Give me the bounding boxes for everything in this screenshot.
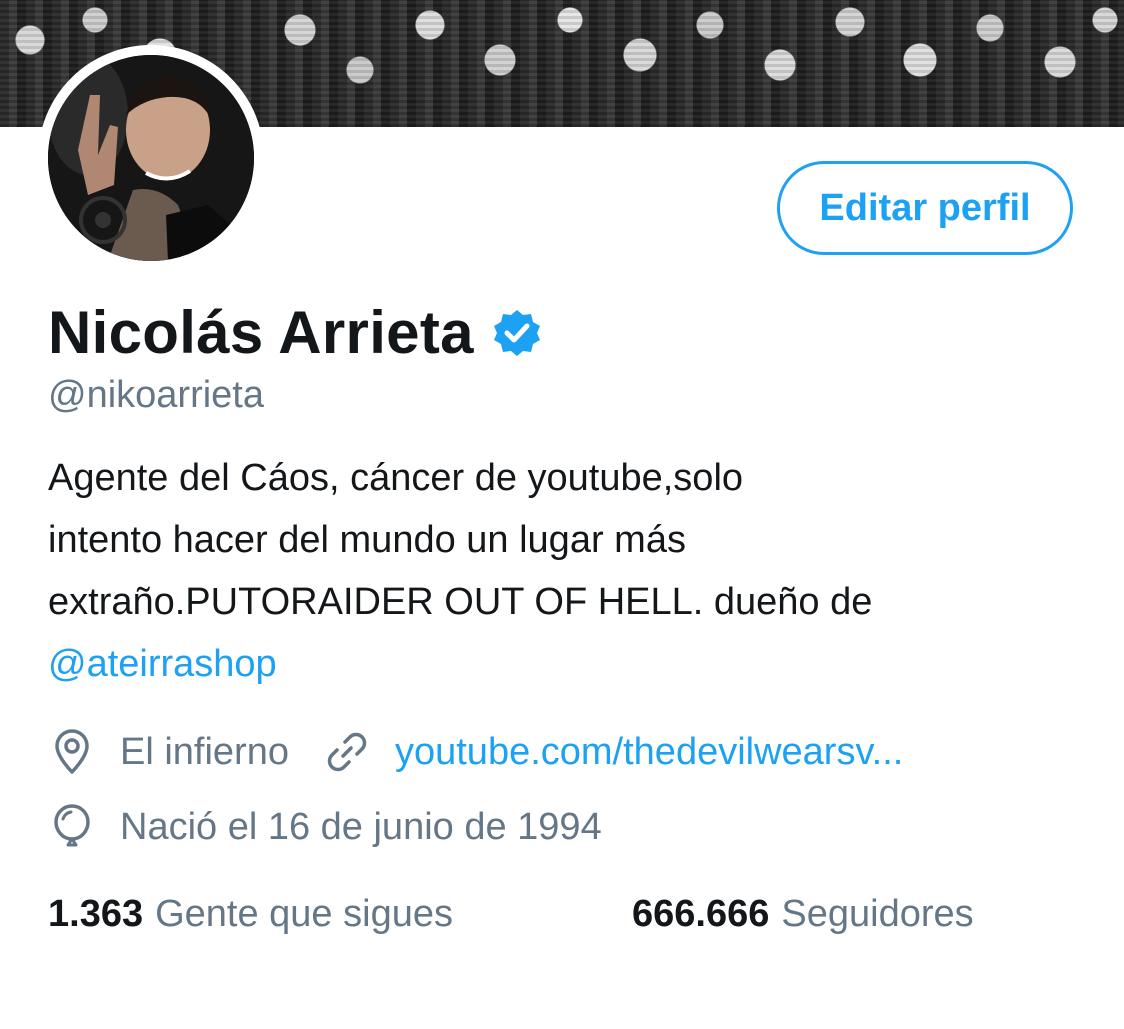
profile-tabs-partial — [0, 1014, 1124, 1029]
followers-count: 666.666 — [632, 893, 770, 935]
followers-label: Seguidores — [781, 893, 974, 935]
bio-line: Agente del Cáos, cáncer de youtube,solo — [48, 457, 744, 499]
following-stat[interactable]: 1.363 Gente que sigues — [48, 893, 453, 936]
link-icon — [327, 732, 367, 772]
followers-stat[interactable]: 666.666 Seguidores — [632, 893, 974, 936]
profile-handle: @nikoarrieta — [48, 374, 264, 416]
profile-birthday: Nació el 16 de junio de 1994 — [120, 805, 602, 848]
profile-name: Nicolás Arrieta — [48, 299, 474, 366]
tab-partial[interactable] — [800, 1017, 1040, 1029]
profile-name-row: Nicolás Arrieta — [48, 298, 542, 367]
profile-meta-row: Nació el 16 de junio de 1994 — [48, 803, 602, 851]
bio-line: intento hacer del mundo un lugar más — [48, 519, 686, 561]
following-label: Gente que sigues — [155, 893, 453, 935]
profile-location: El infierno — [120, 730, 289, 773]
following-count: 1.363 — [48, 893, 144, 935]
avatar-image — [48, 55, 254, 261]
verified-badge-icon — [493, 309, 540, 356]
location-pin-icon — [55, 729, 89, 774]
tab-partial[interactable] — [48, 1017, 198, 1029]
edit-profile-button[interactable]: Editar perfil — [777, 161, 1073, 255]
bio-line: extraño.PUTORAIDER OUT OF HELL. dueño de — [48, 581, 873, 623]
profile-meta-row: El infierno youtube.com/thedevilwearsv..… — [48, 728, 903, 776]
profile-bio: Agente del Cáos, cáncer de youtube,solo … — [48, 447, 1088, 695]
avatar[interactable] — [48, 55, 254, 261]
bio-mention-link[interactable]: @ateirrashop — [48, 633, 1088, 695]
tab-partial[interactable] — [290, 1017, 450, 1029]
tab-partial[interactable] — [560, 1017, 680, 1029]
balloon-icon — [54, 804, 90, 847]
profile-website-link[interactable]: youtube.com/thedevilwearsv... — [395, 731, 903, 774]
